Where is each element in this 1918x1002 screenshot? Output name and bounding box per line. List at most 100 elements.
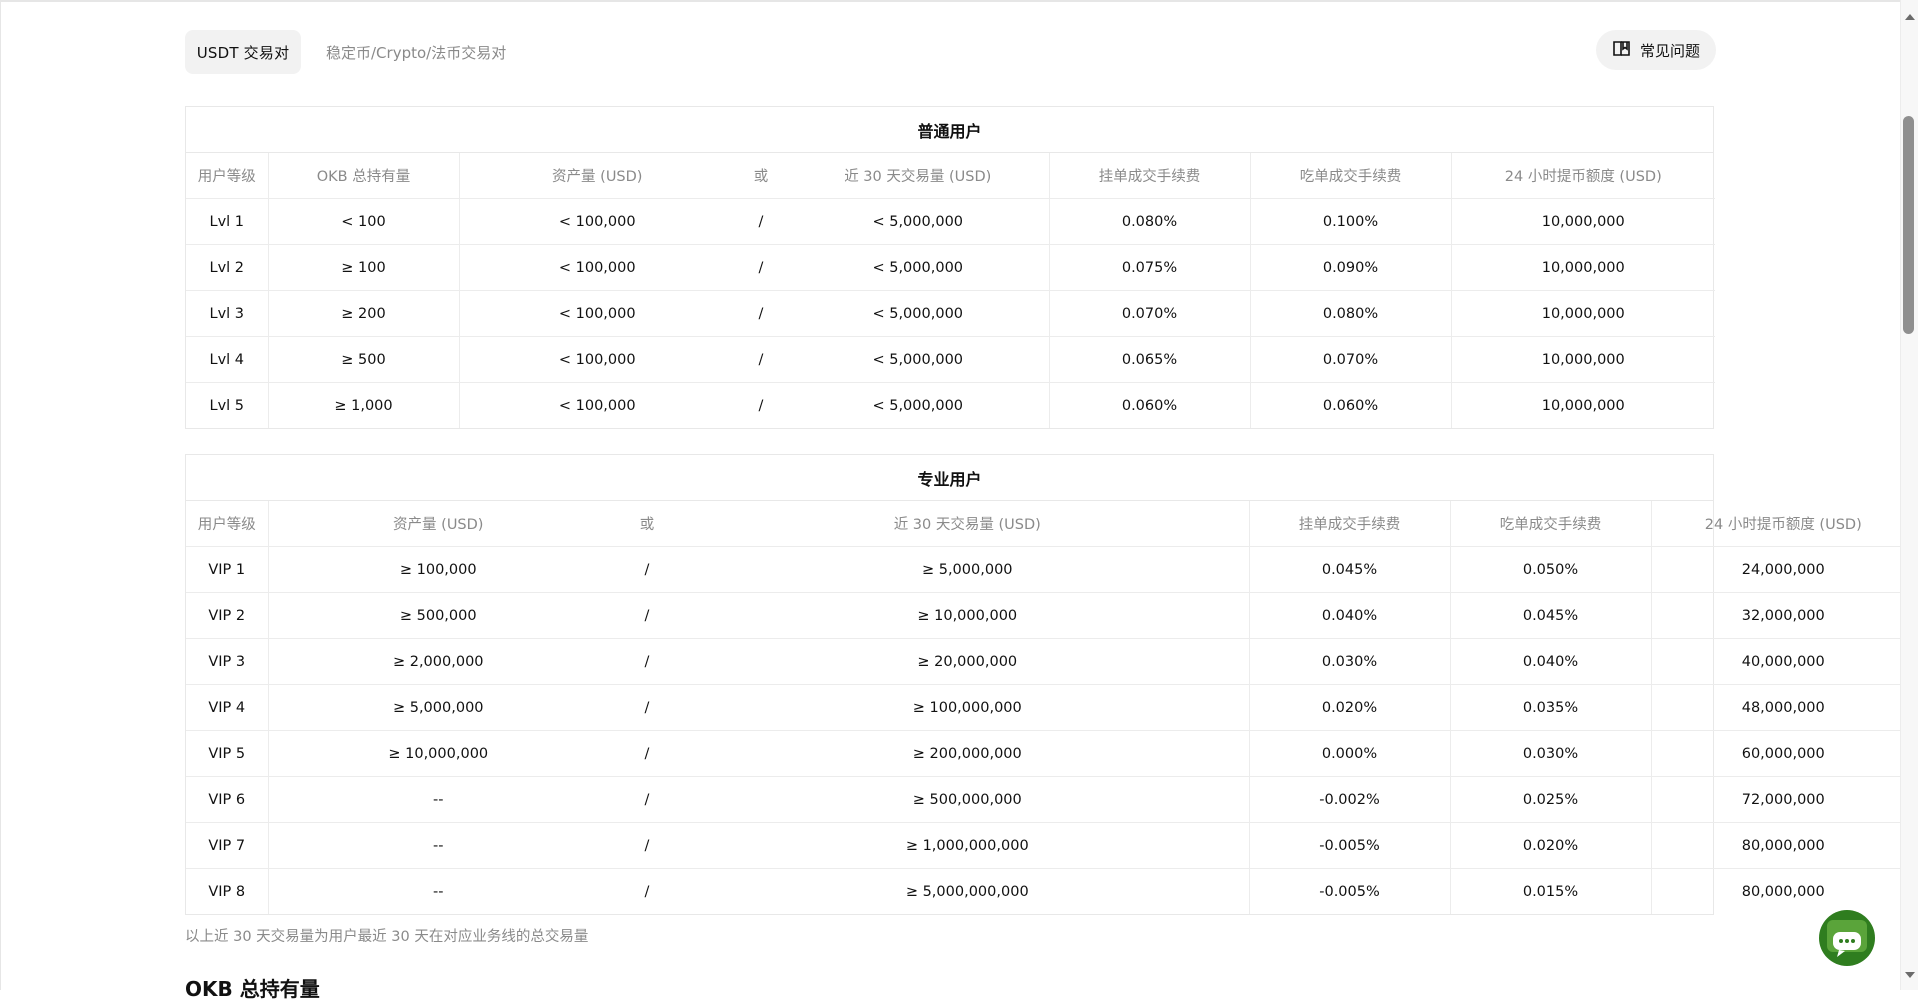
table-row: VIP 5 ≥ 10,000,000/≥ 200,000,000 0.000% 0.0…	[186, 730, 1915, 777]
cell-30d-volume: ≥ 20,000,000	[686, 638, 1249, 685]
cell-assets: < 100,000	[458, 336, 735, 383]
cell-user-level: Lvl 2	[186, 244, 268, 291]
cell-assets: < 100,000	[458, 244, 735, 291]
cell-30d-volume: ≥ 5,000,000	[686, 546, 1249, 593]
cell-maker-fee: -0.005%	[1248, 822, 1450, 869]
scroll-down-arrow-icon[interactable]	[1905, 972, 1915, 978]
cell-30d-volume: ≥ 500,000,000	[686, 776, 1249, 823]
header-taker-fee: 吃单成交手续费	[1249, 153, 1451, 199]
cell-or: /	[735, 290, 787, 337]
table-row: Lvl 1 < 100 < 100,000/< 5,000,000 0.080% 0.1…	[186, 198, 1715, 245]
table-row: VIP 2 ≥ 500,000/≥ 10,000,000 0.040% 0.045% 3…	[186, 592, 1915, 639]
cell-okb-holdings: ≥ 100	[267, 244, 459, 291]
cell-assets: < 100,000	[458, 290, 735, 337]
cell-or: /	[608, 684, 686, 731]
chat-support-button[interactable]	[1819, 910, 1875, 966]
cell-user-level: VIP 6	[186, 776, 268, 823]
table-row: Lvl 5 ≥ 1,000 < 100,000 / < 5,000,000 0.060% 0…	[186, 382, 1715, 428]
cell-or: /	[608, 546, 686, 593]
cell-30d-volume: < 5,000,000	[872, 397, 964, 414]
header-withdrawal-limit: 24 小时提币额度 (USD)	[1650, 501, 1915, 547]
cell-withdrawal-limit: 60,000,000	[1650, 730, 1915, 777]
cell-withdrawal-limit: 10,000,000	[1450, 198, 1715, 245]
cell-okb-holdings: ≥ 200	[267, 290, 459, 337]
cell-or: /	[644, 883, 650, 900]
cell-maker-fee: 0.060%	[1048, 382, 1250, 428]
cell-withdrawal-limit: 32,000,000	[1650, 592, 1915, 639]
cell-maker-fee: 0.020%	[1248, 684, 1450, 731]
cell-or: /	[758, 397, 764, 414]
cell-taker-fee: 0.020%	[1449, 822, 1651, 869]
header-or: 或	[735, 153, 787, 199]
header-maker-fee: 挂单成交手续费	[1248, 501, 1450, 547]
cell-30d-volume: < 5,000,000	[787, 244, 1049, 291]
cell-withdrawal-limit: 10,000,000	[1450, 336, 1715, 383]
regular-table-header-row: 用户等级 OKB 总持有量 资产量 (USD) 或 近 30 天交易量 (USD…	[186, 153, 1715, 199]
regular-user-fee-table: 普通用户 用户等级 OKB 总持有量 资产量 (USD) 或 近 30 天交易量…	[185, 106, 1715, 429]
cell-assets: --	[267, 822, 608, 869]
cell-withdrawal-limit: 24,000,000	[1650, 546, 1915, 593]
faq-button[interactable]: 常见问题	[1596, 30, 1716, 70]
cell-maker-fee: 0.080%	[1048, 198, 1250, 245]
cell-okb-holdings: < 100	[267, 198, 459, 245]
header-30d-volume: 近 30 天交易量 (USD)	[787, 153, 1049, 199]
scroll-up-arrow-icon[interactable]	[1905, 14, 1915, 20]
table-row: Lvl 2 ≥ 100 < 100,000/< 5,000,000 0.075% 0.0…	[186, 244, 1715, 291]
cell-assets: ≥ 2,000,000	[267, 638, 608, 685]
cell-withdrawal-limit: 10,000,000	[1450, 290, 1715, 337]
cell-withdrawal-limit: 80,000,000	[1650, 822, 1915, 869]
tab-stablecoin-crypto-fiat-pairs[interactable]: 稳定币/Crypto/法币交易对	[326, 30, 506, 74]
chat-icon	[1827, 920, 1867, 957]
cell-withdrawal-limit: 10,000,000	[1450, 244, 1715, 291]
cell-30d-volume: ≥ 100,000,000	[686, 684, 1249, 731]
cell-taker-fee: 0.045%	[1449, 592, 1651, 639]
cell-30d-volume: ≥ 10,000,000	[686, 592, 1249, 639]
cell-user-level: Lvl 3	[186, 290, 268, 337]
cell-user-level: Lvl 1	[186, 198, 268, 245]
pro-user-fee-table: 专业用户 用户等级 资产量 (USD) 或 近 30 天交易量 (USD) 挂单…	[185, 454, 1915, 915]
pro-table-title: 专业用户	[186, 455, 1713, 501]
cell-taker-fee: 0.015%	[1449, 868, 1651, 914]
cell-30d-volume: < 5,000,000	[787, 198, 1049, 245]
pro-table-header-row: 用户等级 资产量 (USD) 或 近 30 天交易量 (USD) 挂单成交手续费…	[186, 501, 1915, 547]
cell-maker-fee: 0.040%	[1248, 592, 1450, 639]
cell-or: /	[735, 244, 787, 291]
cell-maker-fee: 0.030%	[1248, 638, 1450, 685]
cell-or: /	[735, 198, 787, 245]
cell-30d-volume: ≥ 200,000,000	[686, 730, 1249, 777]
table-row: VIP 6 -- / ≥ 500,000,000 -0.002% 0.025% 72,000…	[186, 776, 1915, 823]
cell-okb-holdings: ≥ 1,000	[267, 382, 459, 428]
cell-taker-fee: 0.040%	[1449, 638, 1651, 685]
header-taker-fee: 吃单成交手续费	[1449, 501, 1651, 547]
cell-taker-fee: 0.090%	[1249, 244, 1451, 291]
table-row: VIP 3 ≥ 2,000,000/≥ 20,000,000 0.030% 0.040…	[186, 638, 1915, 685]
table-row: VIP 1 ≥ 100,000/≥ 5,000,000 0.045% 0.050% 24…	[186, 546, 1915, 593]
cell-withdrawal-limit: 10,000,000	[1450, 382, 1715, 428]
cell-maker-fee: -0.005%	[1248, 868, 1450, 914]
header-user-level: 用户等级	[186, 153, 268, 199]
cell-user-level: Lvl 4	[186, 336, 268, 383]
header-assets: 资产量 (USD)	[267, 501, 608, 547]
cell-maker-fee: 0.065%	[1048, 336, 1250, 383]
faq-label: 常见问题	[1639, 41, 1700, 60]
header-assets: 资产量 (USD)	[458, 153, 735, 199]
cell-taker-fee: 0.080%	[1249, 290, 1451, 337]
cell-or: /	[735, 336, 787, 383]
header-maker-fee: 挂单成交手续费	[1048, 153, 1250, 199]
cell-taker-fee: 0.035%	[1449, 684, 1651, 731]
scrollbar-thumb[interactable]	[1903, 116, 1914, 334]
cell-withdrawal-limit: 40,000,000	[1650, 638, 1915, 685]
cell-withdrawal-limit: 48,000,000	[1650, 684, 1915, 731]
cell-or: /	[608, 730, 686, 777]
cell-assets: ≥ 500,000	[267, 592, 608, 639]
cell-taker-fee: 0.060%	[1249, 382, 1451, 428]
header-30d-volume: 近 30 天交易量 (USD)	[686, 501, 1249, 547]
regular-table-title: 普通用户	[186, 107, 1713, 153]
cell-30d-volume: < 5,000,000	[787, 336, 1049, 383]
cell-maker-fee: 0.045%	[1248, 546, 1450, 593]
cell-30d-volume: < 5,000,000	[787, 290, 1049, 337]
cell-okb-holdings: ≥ 500	[267, 336, 459, 383]
cell-assets: --	[267, 776, 608, 823]
table-row: VIP 7 -- / ≥ 1,000,000,000 -0.005% 0.020% 80,0…	[186, 822, 1915, 869]
tab-usdt-pairs[interactable]: USDT 交易对	[185, 30, 301, 74]
